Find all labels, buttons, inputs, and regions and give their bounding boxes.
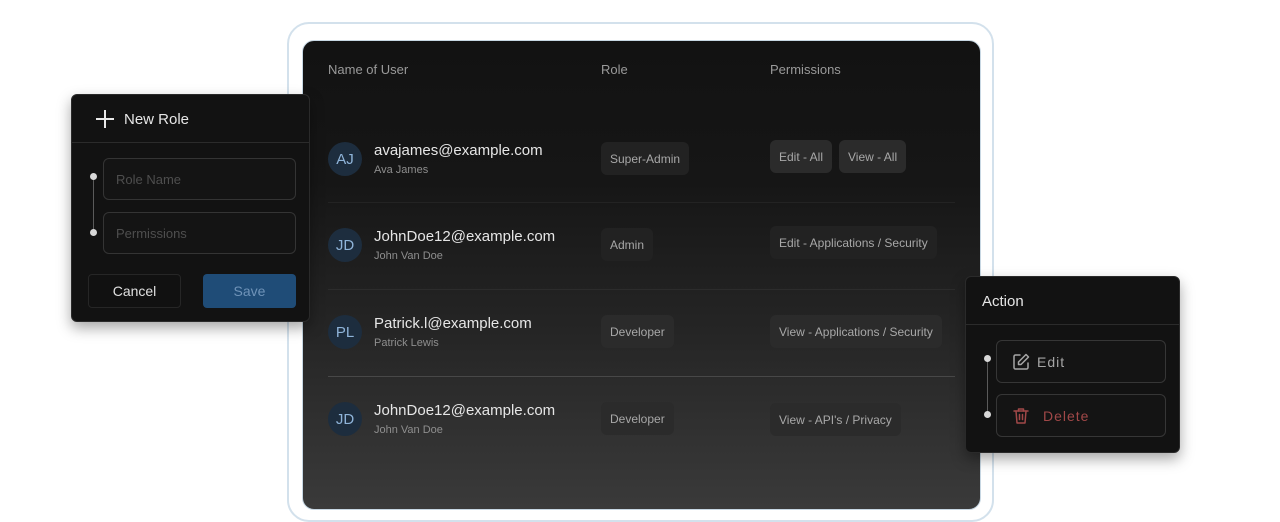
stepper-dot (984, 411, 991, 418)
trash-icon (1011, 406, 1031, 426)
plus-icon[interactable] (96, 110, 114, 128)
save-button[interactable]: Save (203, 274, 296, 308)
user-name: Ava James (374, 164, 429, 176)
permission-badge: View - Applications / Security (770, 315, 942, 348)
users-table: Name of User Role Permissions AJ avajame… (302, 40, 981, 510)
permission-badge: Edit - Applications / Security (770, 226, 937, 259)
role-name-input[interactable] (103, 158, 296, 200)
edit-button[interactable]: Edit (996, 340, 1166, 383)
user-name: John Van Doe (374, 424, 443, 436)
permission-badge: View - All (839, 140, 907, 173)
avatar: JD (328, 402, 362, 436)
cancel-button[interactable]: Cancel (88, 274, 181, 308)
user-name: Patrick Lewis (374, 337, 439, 349)
edit-label: Edit (1037, 353, 1066, 370)
column-header-name: Name of User (328, 62, 409, 77)
permission-badge: Edit - All (770, 140, 833, 173)
permissions-input[interactable] (103, 212, 296, 254)
user-email: avajames@example.com (374, 142, 543, 159)
table-row[interactable]: JD JohnDoe12@example.com John Van Doe Ad… (303, 203, 980, 289)
stepper-dot (90, 229, 97, 236)
new-role-title: New Role (124, 111, 190, 128)
avatar: JD (328, 228, 362, 262)
table-row[interactable]: JD JohnDoe12@example.com John Van Doe De… (303, 377, 980, 463)
user-name: John Van Doe (374, 250, 443, 262)
role-badge: Super-Admin (601, 142, 690, 175)
table-row[interactable]: AJ avajames@example.com Ava James Super-… (303, 116, 980, 202)
avatar: AJ (328, 142, 362, 176)
stepper-dot (90, 173, 97, 180)
user-email: Patrick.l@example.com (374, 315, 532, 332)
action-menu-title: Action (982, 293, 1024, 310)
action-menu: Action Edit Delete (965, 276, 1180, 453)
edit-icon (1011, 352, 1031, 372)
stepper-dot (984, 355, 991, 362)
column-header-permissions: Permissions (770, 62, 841, 77)
permission-badge: View - API's / Privacy (770, 403, 901, 436)
table-row[interactable]: PL Patrick.l@example.com Patrick Lewis D… (303, 290, 980, 376)
action-menu-header: Action (966, 277, 1179, 325)
user-email: JohnDoe12@example.com (374, 228, 556, 245)
role-badge: Developer (601, 315, 674, 348)
new-role-card: New Role Cancel Save (71, 94, 310, 322)
column-header-role: Role (601, 62, 628, 77)
new-role-header: New Role (72, 95, 309, 143)
delete-label: Delete (1043, 407, 1090, 424)
stepper-rail (987, 359, 988, 415)
user-email: JohnDoe12@example.com (374, 402, 556, 419)
role-badge: Admin (601, 228, 654, 261)
stepper-rail (93, 177, 94, 233)
delete-button[interactable]: Delete (996, 394, 1166, 437)
avatar: PL (328, 315, 362, 349)
role-badge: Developer (601, 402, 674, 435)
